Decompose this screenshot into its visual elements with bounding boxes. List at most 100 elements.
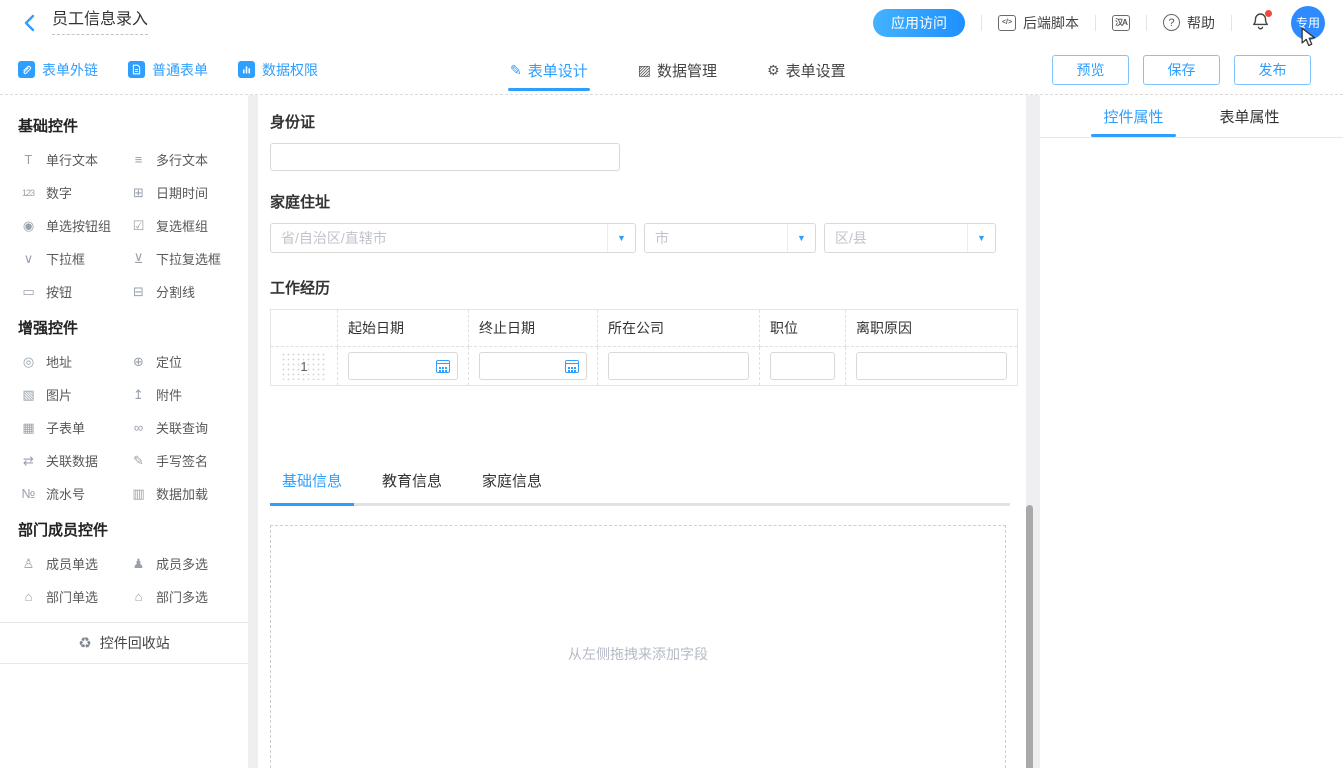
end-date-input[interactable] [479,352,587,380]
control-label: 数据加载 [156,484,208,503]
tab-form-settings[interactable]: ⚙ 表单设置 [767,45,846,95]
backend-script-label: 后端脚本 [1023,13,1079,33]
tab-education-info[interactable]: 教育信息 [370,470,454,503]
chevron-down-icon: ▼ [967,224,995,252]
field-id-card[interactable]: 身份证 [270,111,1010,171]
row-drag-handle[interactable]: 1 [281,352,327,380]
help-button[interactable]: ? 帮助 [1163,13,1215,33]
divider [981,15,982,31]
backend-script-button[interactable]: </> 后端脚本 [998,13,1079,33]
chevron-down-icon: ▼ [607,224,635,252]
publish-button[interactable]: 发布 [1234,55,1311,85]
tab-control-properties[interactable]: 控件属性 [1095,95,1171,137]
field-home-address[interactable]: 家庭住址 省/自治区/直辖市 ▼ 市 ▼ 区/县 ▼ [270,191,1010,253]
row-index-header [271,310,338,347]
help-label: 帮助 [1187,13,1215,33]
canvas-scrollbar[interactable] [1026,505,1033,768]
bar-chart-icon [238,61,255,78]
control-label: 成员单选 [46,554,98,573]
control-single-line-text[interactable]: T单行文本 [18,150,128,169]
control-label: 附件 [156,385,182,404]
avatar[interactable]: 专用 [1291,6,1325,40]
control-subform[interactable]: ▦子表单 [18,418,128,437]
form-section-tabs: 基础信息 教育信息 家庭信息 [270,470,1010,506]
form-settings-icon: ⚙ [767,62,780,79]
pen-icon: ✎ [128,453,148,469]
field-drop-zone[interactable]: 从左侧拖拽来添加字段 [270,525,1006,768]
control-signature[interactable]: ✎手写签名 [128,451,238,470]
control-label: 日期时间 [156,183,208,202]
form-design-canvas[interactable]: 身份证 家庭住址 省/自治区/直辖市 ▼ 市 ▼ 区/县 ▼ 工作经历 起始日期 [258,95,1026,768]
work-experience-subform: 起始日期 终止日期 所在公司 职位 离职原因 1 [270,309,1018,386]
control-number[interactable]: 123数字 [18,183,128,202]
control-image[interactable]: ▧图片 [18,385,128,404]
city-placeholder: 市 [645,228,787,248]
control-linked-data[interactable]: ⇄关联数据 [18,451,128,470]
save-button[interactable]: 保存 [1143,55,1220,85]
control-linked-query[interactable]: ∞关联查询 [128,418,238,437]
image-icon: ▧ [18,387,38,403]
control-datetime[interactable]: ⊞日期时间 [128,183,238,202]
people-icon: ♟ [128,556,148,572]
control-dropdown-multi[interactable]: ⊻下拉复选框 [128,249,238,268]
form-design-label: 表单设计 [528,60,588,81]
serial-icon: № [18,486,38,501]
position-input[interactable] [770,352,835,380]
leave-reason-input[interactable] [856,352,1007,380]
id-card-input[interactable] [270,143,620,171]
external-link-tab[interactable]: 表单外链 [18,60,98,80]
control-data-load[interactable]: ▥数据加载 [128,484,238,503]
tab-basic-info[interactable]: 基础信息 [270,470,354,503]
map-pin-icon: ◎ [18,354,38,370]
tab-data-manage[interactable]: ▨ 数据管理 [638,45,717,95]
checkbox-icon: ☑ [128,218,148,234]
subform-icon: ▦ [18,420,38,436]
page-title[interactable]: 员工信息录入 [52,11,148,35]
city-select[interactable]: 市 ▼ [644,223,816,253]
normal-form-tab[interactable]: 普通表单 [128,60,208,80]
control-radio-group[interactable]: ◉单选按钮组 [18,216,128,235]
recycle-icon: ♻ [78,634,91,652]
company-input[interactable] [608,352,749,380]
section-member-controls: 部门成员控件 [18,519,248,540]
back-button[interactable] [18,12,40,34]
control-label: 分割线 [156,282,195,301]
notification-button[interactable] [1252,12,1269,34]
district-select[interactable]: 区/县 ▼ [824,223,996,253]
tab-form-design[interactable]: ✎ 表单设计 [510,45,588,95]
tab-family-info[interactable]: 家庭信息 [470,470,554,503]
control-attachment[interactable]: ↥附件 [128,385,238,404]
control-member-single[interactable]: ♙ 成员单选 [18,554,128,573]
control-multi-line-text[interactable]: ≡多行文本 [128,150,238,169]
control-divider[interactable]: ⊟分割线 [128,282,238,301]
control-recycle-bin[interactable]: ♻ 控件回收站 [0,622,248,664]
data-permission-tab[interactable]: 数据权限 [238,60,318,80]
control-location[interactable]: ⊕定位 [128,352,238,371]
data-permission-label: 数据权限 [262,60,318,80]
control-member-multi[interactable]: ♟成员多选 [128,554,238,573]
person-icon: ♙ [18,556,38,572]
top-bar: 员工信息录入 应用访问 </> 后端脚本 汉A ? 帮助 专用 [0,0,1343,45]
field-label: 身份证 [270,111,1010,132]
control-label: 下拉框 [46,249,85,268]
app-access-button[interactable]: 应用访问 [873,9,965,37]
start-date-input[interactable] [348,352,458,380]
control-dept-single[interactable]: ⌂部门单选 [18,587,128,606]
calendar-icon [436,360,450,373]
field-work-experience[interactable]: 工作经历 起始日期 终止日期 所在公司 职位 离职原因 1 [270,277,1010,386]
control-serial-number[interactable]: №流水号 [18,484,128,503]
control-dropdown[interactable]: ∨下拉框 [18,249,128,268]
control-dept-multi[interactable]: ⌂部门多选 [128,587,238,606]
subform-row: 1 [271,347,1017,385]
tab-form-properties[interactable]: 表单属性 [1212,95,1288,137]
form-mode-tabs: ✎ 表单设计 ▨ 数据管理 ⚙ 表单设置 [510,45,896,95]
control-checkbox-group[interactable]: ☑ 复选框组 [128,216,238,235]
control-button[interactable]: ▭按钮 [18,282,128,301]
sync-icon: ⇄ [18,453,38,469]
document-icon [128,61,145,78]
translate-button[interactable]: 汉A [1112,15,1130,31]
preview-button[interactable]: 预览 [1052,55,1129,85]
control-label: 复选框组 [156,216,208,235]
province-select[interactable]: 省/自治区/直辖市 ▼ [270,223,636,253]
control-address[interactable]: ◎地址 [18,352,128,371]
